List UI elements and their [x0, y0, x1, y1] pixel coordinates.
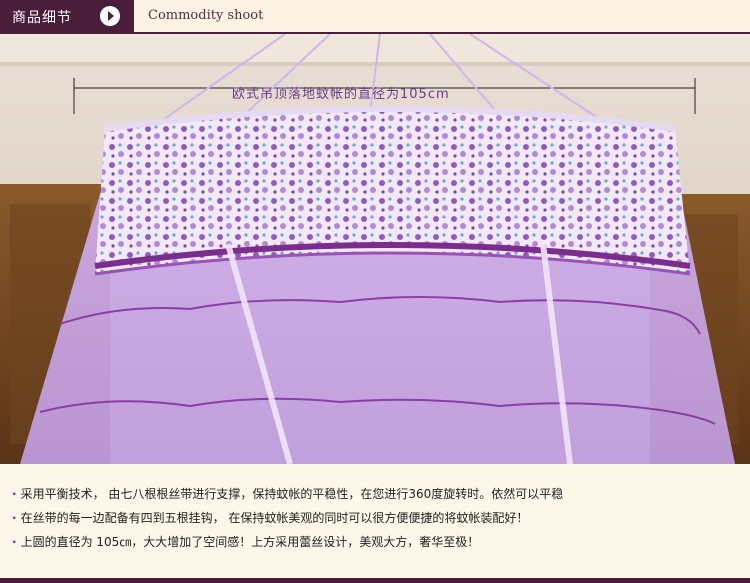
bullet-icon: · [12, 535, 17, 549]
feature-item: · 在丝带的每一边配备有四到五根挂钩， 在保持蚊帐美观的同时可以很方便便捷的将蚊帐… [12, 510, 528, 526]
diameter-caption: 欧式吊顶落地蚊帐的直径为105cm [232, 87, 450, 102]
ceiling-molding [0, 34, 750, 64]
section-title: Commodity shoot [148, 8, 264, 23]
footer-divider [0, 578, 750, 583]
bullet-icon: · [12, 511, 17, 525]
feature-text: 上圆的直径为 105㎝，大大增加了空间感！上方采用蕾丝设计，美观大方，奢华至极！ [20, 535, 480, 549]
section-tag-label: 商品细节 [12, 10, 72, 26]
product-detail-page: 商品细节 Commodity shoot 欧式吊顶落地蚊帐的直径为105cm ·… [0, 0, 750, 583]
section-tag: 商品细节 [0, 0, 134, 32]
feature-item: · 采用平衡技术， 由七八根根丝带进行支撑，保持蚊帐的平稳性，在您进行360度旋转… [12, 486, 563, 502]
feature-list: · 采用平衡技术， 由七八根根丝带进行支撑，保持蚊帐的平稳性，在您进行360度旋转… [0, 466, 750, 583]
feature-item: · 上圆的直径为 105㎝，大大增加了空间感！上方采用蕾丝设计，美观大方，奢华至极… [12, 534, 479, 550]
floral-canopy [95, 109, 690, 274]
arrow-right-icon [100, 6, 120, 26]
bullet-icon: · [12, 487, 17, 501]
feature-text: 在丝带的每一边配备有四到五根挂钩， 在保持蚊帐美观的同时可以很方便便捷的将蚊帐装… [20, 511, 529, 525]
section-header: 商品细节 Commodity shoot [0, 0, 750, 34]
feature-text: 采用平衡技术， 由七八根根丝带进行支撑，保持蚊帐的平稳性，在您进行360度旋转时… [20, 487, 564, 501]
